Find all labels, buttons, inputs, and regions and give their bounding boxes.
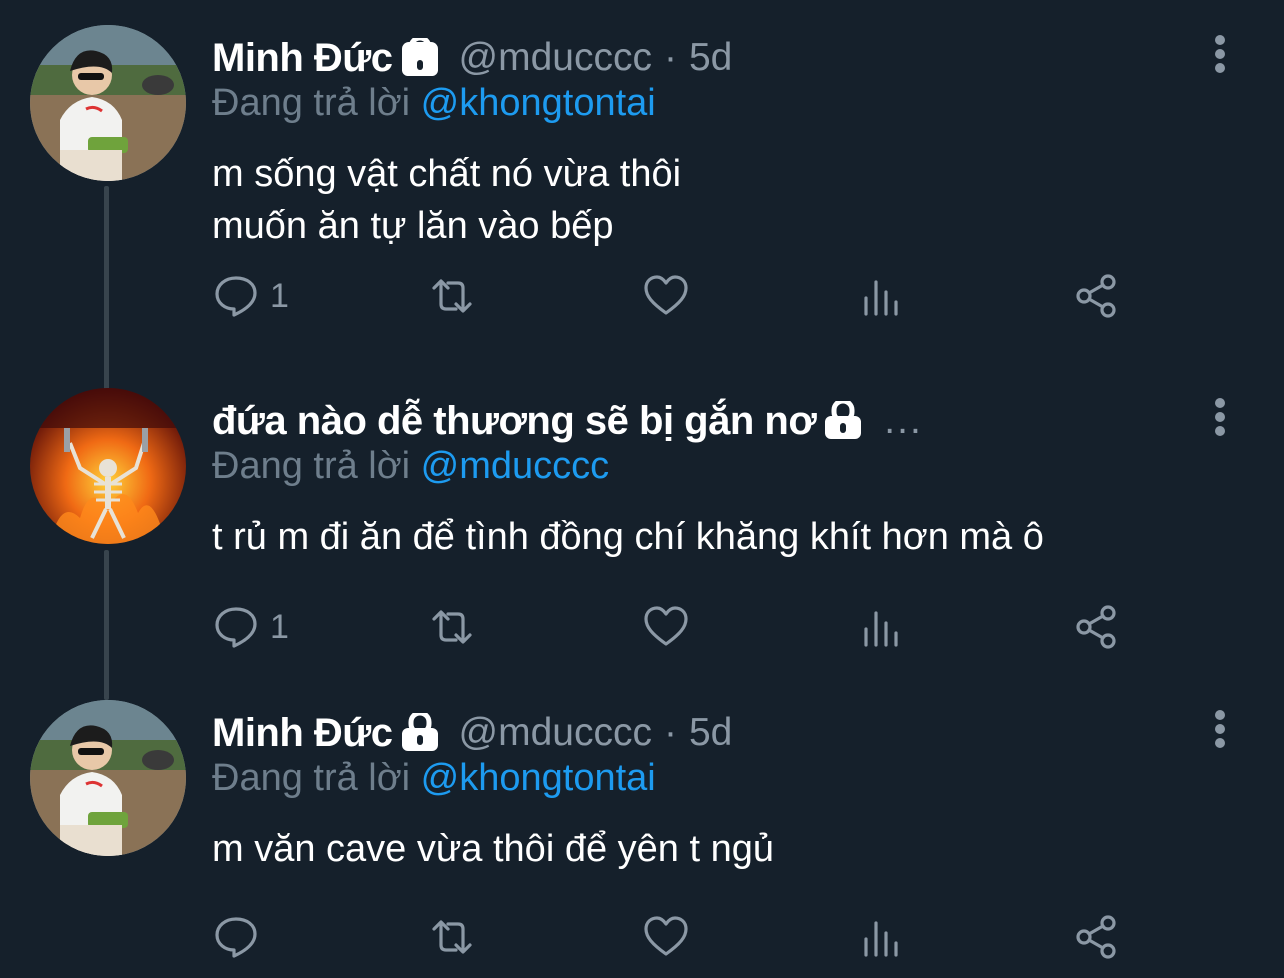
user-handle[interactable]: @mducccc xyxy=(459,36,652,80)
avatar[interactable] xyxy=(30,700,186,856)
replying-to-label: Đang trả lời xyxy=(212,757,411,799)
share-button[interactable] xyxy=(1072,909,1120,965)
tweet-actions: 1 xyxy=(212,599,1212,655)
views-button[interactable] xyxy=(858,599,906,655)
replying-to-label: Đang trả lời xyxy=(212,82,411,124)
user-handle[interactable]: @mducccc xyxy=(459,711,652,755)
avatar[interactable] xyxy=(30,25,186,181)
tweet-header: đứa nào dễ thương sẽ bị gắn nơ ... xyxy=(212,397,923,445)
tweet-text-line: m văn cave vừa thôi để yên t ngủ xyxy=(212,828,774,870)
name-truncation: ... xyxy=(884,399,923,442)
mention-link[interactable]: @mducccc xyxy=(421,445,610,487)
avatar-photo-skeleton-fire xyxy=(30,388,186,544)
tweet-text: m văn cave vừa thôi để yên t ngủ xyxy=(212,823,774,875)
tweet[interactable]: Minh Đức @mducccc · 5d Đang trả lời @kho… xyxy=(0,675,1284,978)
replying-to: Đang trả lời @khongtontai xyxy=(212,757,656,805)
avatar[interactable] xyxy=(30,388,186,544)
like-icon xyxy=(644,275,688,315)
retweet-icon xyxy=(432,920,472,954)
replying-to-label: Đang trả lời xyxy=(212,445,411,487)
display-name[interactable]: đứa nào dễ thương sẽ bị gắn nơ xyxy=(212,399,817,444)
tweet-text: m sống vật chất nó vừa thôi muốn ăn tự l… xyxy=(212,148,681,252)
like-icon xyxy=(644,916,688,956)
like-icon xyxy=(644,606,688,646)
reply-button[interactable]: 1 xyxy=(212,599,289,655)
timestamp[interactable]: 5d xyxy=(689,36,732,80)
views-icon xyxy=(864,280,898,316)
tweet-header: Minh Đức @mducccc · 5d xyxy=(212,709,732,757)
retweet-icon xyxy=(432,610,472,644)
reply-icon xyxy=(215,917,257,958)
lock-icon xyxy=(820,401,866,441)
share-icon xyxy=(1076,605,1116,649)
mention-link[interactable]: @khongtontai xyxy=(421,82,656,124)
timestamp[interactable]: 5d xyxy=(689,711,732,755)
replying-to: Đang trả lời @mducccc xyxy=(212,445,609,493)
share-icon xyxy=(1076,274,1116,318)
reply-count: 1 xyxy=(270,276,289,315)
mention-link[interactable]: @khongtontai xyxy=(421,757,656,799)
replying-to: Đang trả lời @khongtontai xyxy=(212,82,656,130)
views-icon xyxy=(864,921,898,957)
tweet-actions: 1 xyxy=(212,268,1212,324)
share-icon xyxy=(1076,915,1116,959)
retweet-button[interactable] xyxy=(428,599,476,655)
like-button[interactable] xyxy=(642,599,690,655)
reply-icon xyxy=(215,607,257,648)
separator-dot: · xyxy=(663,711,677,754)
more-options-icon[interactable] xyxy=(1200,705,1240,753)
like-button[interactable] xyxy=(642,268,690,324)
retweet-button[interactable] xyxy=(428,909,476,965)
reply-count: 1 xyxy=(270,607,289,646)
lock-icon xyxy=(397,713,443,753)
retweet-icon xyxy=(432,279,472,313)
avatar-photo-boy xyxy=(30,25,186,181)
avatar-photo-boy xyxy=(30,700,186,856)
display-name[interactable]: Minh Đức xyxy=(212,711,393,756)
share-button[interactable] xyxy=(1072,268,1120,324)
views-button[interactable] xyxy=(858,268,906,324)
tweet-text-line: t rủ m đi ăn để tình đồng chí khăng khít… xyxy=(212,516,1044,558)
like-button[interactable] xyxy=(642,909,690,965)
tweet[interactable]: đứa nào dễ thương sẽ bị gắn nơ ... Đang … xyxy=(0,363,1284,683)
reply-thread: Minh Đức @mducccc · 5d Đang trả lời @kho… xyxy=(0,0,1284,978)
tweet-header: Minh Đức @mducccc · 5d xyxy=(212,34,732,82)
tweet-text-line: muốn ăn tự lăn vào bếp xyxy=(212,205,614,247)
reply-button[interactable]: 1 xyxy=(212,268,289,324)
reply-button[interactable] xyxy=(212,909,260,965)
separator-dot: · xyxy=(663,36,677,79)
more-options-icon[interactable] xyxy=(1200,393,1240,441)
tweet-text-line: m sống vật chất nó vừa thôi xyxy=(212,153,682,195)
views-button[interactable] xyxy=(858,909,906,965)
more-options-icon[interactable] xyxy=(1200,30,1240,78)
lock-icon xyxy=(397,38,443,78)
tweet-text: t rủ m đi ăn để tình đồng chí khăng khít… xyxy=(212,511,1044,563)
reply-icon xyxy=(215,276,257,317)
display-name[interactable]: Minh Đức xyxy=(212,36,393,81)
views-icon xyxy=(864,611,898,647)
tweet[interactable]: Minh Đức @mducccc · 5d Đang trả lời @kho… xyxy=(0,0,1284,320)
retweet-button[interactable] xyxy=(428,268,476,324)
tweet-actions xyxy=(212,909,1212,965)
share-button[interactable] xyxy=(1072,599,1120,655)
